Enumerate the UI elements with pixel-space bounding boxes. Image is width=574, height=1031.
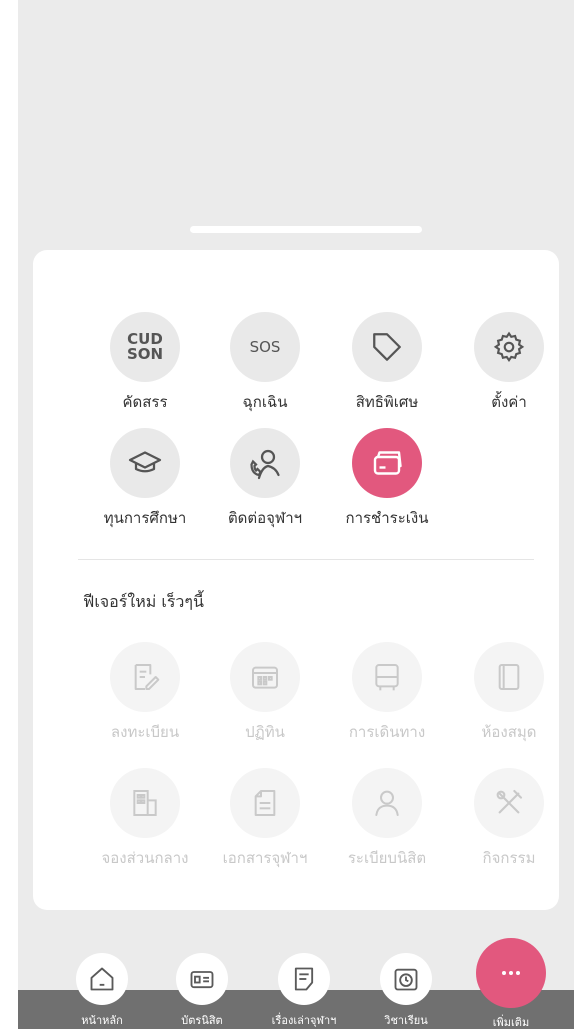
menu-item-scholarship[interactable]: ทุนการศึกษา xyxy=(85,428,205,530)
person-icon xyxy=(352,768,422,838)
gear-icon xyxy=(474,312,544,382)
tab-home[interactable]: หน้าหลัก xyxy=(62,953,142,1029)
feature-label: ระเบียบนิสิต xyxy=(347,849,427,867)
feature-item-documents: เอกสารจุฬาฯ xyxy=(205,768,325,870)
menu-item-contact[interactable]: ติดต่อจุฬาฯ xyxy=(205,428,325,530)
section-divider xyxy=(78,559,534,560)
menu-item-cudson[interactable]: CUD SON คัดสรร xyxy=(85,312,205,414)
menu-item-label: ตั้งค่า xyxy=(491,393,527,411)
menu-item-label: สิทธิพิเศษ xyxy=(355,393,419,411)
feature-label: จองส่วนกลาง xyxy=(101,849,189,867)
feature-item-activities: กิจกรรม xyxy=(449,768,569,870)
feature-item-transport: การเดินทาง xyxy=(327,642,447,744)
feature-item-student-rules: ระเบียบนิสิต xyxy=(327,768,447,870)
tag-icon xyxy=(352,312,422,382)
feature-label: ปฏิทิน xyxy=(245,723,285,741)
tab-more[interactable]: เพิ่มเติม xyxy=(471,938,551,1031)
feature-item-library: ห้องสมุด xyxy=(449,642,569,744)
bus-icon xyxy=(352,642,422,712)
calendar-icon xyxy=(230,642,300,712)
menu-item-settings[interactable]: ตั้งค่า xyxy=(449,312,569,414)
menu-item-label: ทุนการศึกษา xyxy=(103,509,187,527)
story-icon xyxy=(278,953,330,1005)
book-icon xyxy=(474,642,544,712)
tab-label: เรื่องเล่าจุฬาฯ xyxy=(271,1014,337,1027)
feature-item-calendar: ปฏิทิน xyxy=(205,642,325,744)
tab-label: หน้าหลัก xyxy=(81,1014,123,1027)
sos-icon: SOS xyxy=(230,312,300,382)
feature-label: การเดินทาง xyxy=(348,723,426,741)
tab-label: บัตรนิสิต xyxy=(181,1014,223,1027)
class-clock-icon xyxy=(380,953,432,1005)
more-menu-sheet: CUD SON คัดสรร SOS ฉุกเฉิน สิทธิพิเศษ ตั้… xyxy=(33,250,559,910)
menu-item-label: ฉุกเฉิน xyxy=(242,393,288,411)
feature-label: กิจกรรม xyxy=(482,849,536,867)
menu-item-payment[interactable]: การชำระเงิน xyxy=(327,428,447,530)
home-icon xyxy=(76,953,128,1005)
more-icon xyxy=(476,938,546,1008)
document-icon xyxy=(230,768,300,838)
feature-label: เอกสารจุฬาฯ xyxy=(222,849,308,867)
tab-student-card[interactable]: บัตรนิสิต xyxy=(162,953,242,1029)
edit-document-icon xyxy=(110,642,180,712)
menu-item-label: ติดต่อจุฬาฯ xyxy=(227,509,303,527)
tab-classes[interactable]: วิชาเรียน xyxy=(366,953,446,1029)
menu-item-label: คัดสรร xyxy=(122,393,168,411)
menu-item-sos[interactable]: SOS ฉุกเฉิน xyxy=(205,312,325,414)
building-icon xyxy=(110,768,180,838)
tab-label: วิชาเรียน xyxy=(384,1014,428,1027)
payment-cards-icon xyxy=(352,428,422,498)
feature-item-registration: ลงทะเบียน xyxy=(85,642,205,744)
feature-item-booking: จองส่วนกลาง xyxy=(85,768,205,870)
coming-soon-title: ฟีเจอร์ใหม่ เร็วๆนี้ xyxy=(83,592,204,611)
drag-handle[interactable] xyxy=(190,226,422,233)
id-card-icon xyxy=(176,953,228,1005)
feature-label: ลงทะเบียน xyxy=(110,723,180,741)
menu-item-privileges[interactable]: สิทธิพิเศษ xyxy=(327,312,447,414)
tab-stories[interactable]: เรื่องเล่าจุฬาฯ xyxy=(264,953,344,1029)
cudson-icon: CUD SON xyxy=(110,312,180,382)
menu-item-label: การชำระเงิน xyxy=(345,509,429,527)
tools-icon xyxy=(474,768,544,838)
tab-label: เพิ่มเติม xyxy=(492,1016,530,1029)
feature-label: ห้องสมุด xyxy=(481,723,537,741)
contact-phone-icon xyxy=(230,428,300,498)
graduation-cap-icon xyxy=(110,428,180,498)
